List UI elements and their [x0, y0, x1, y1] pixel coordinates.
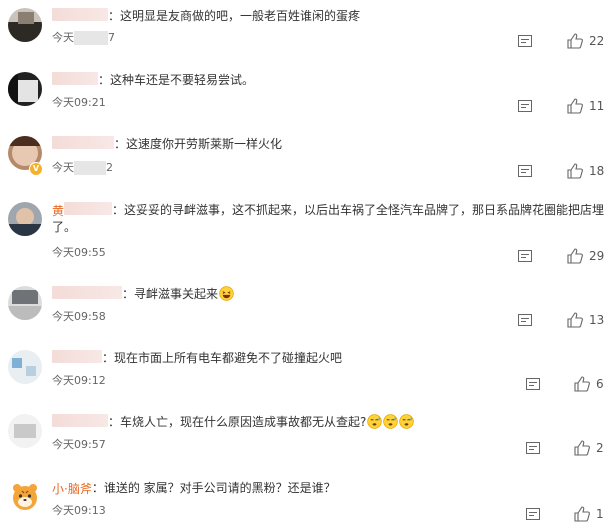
avatar[interactable] — [8, 202, 42, 236]
comment-icon[interactable] — [526, 378, 540, 390]
comment-item: 小·脑斧：谁送的 家属？对手公司请的黑粉？还是谁？ 今天09:13 1 — [0, 474, 613, 528]
thumbs-up-icon — [574, 440, 590, 456]
username[interactable] — [52, 72, 98, 85]
avatar[interactable] — [8, 480, 42, 514]
avatar[interactable] — [8, 72, 42, 106]
thumbs-up-icon — [574, 376, 590, 392]
like-button[interactable]: 2 — [574, 440, 610, 456]
laughing-emoji — [219, 286, 234, 301]
timestamp: 今天09:57 — [52, 438, 106, 451]
like-button[interactable]: 11 — [567, 98, 611, 114]
like-button[interactable]: 29 — [567, 248, 611, 264]
like-button[interactable]: 6 — [574, 376, 610, 392]
comment-text: ：寻衅滋事关起来 — [122, 287, 219, 301]
username[interactable]: 黄 — [52, 203, 64, 218]
username[interactable] — [52, 414, 108, 427]
thumbs-up-icon — [574, 506, 590, 522]
comment-item: ：车烧人亡，现在什么原因造成事故都无从查起? 今天09:57 2 — [0, 408, 613, 468]
comment-text: ：这明显是友商做的吧，一般老百姓谁闲的蛋疼 — [108, 9, 361, 23]
comment-icon[interactable] — [518, 250, 532, 262]
comment-icon[interactable] — [518, 165, 532, 177]
like-count: 18 — [589, 164, 605, 178]
avatar[interactable] — [8, 8, 42, 42]
comment-line: ：这速度你开劳斯莱斯一样火化 — [52, 136, 282, 153]
comment-icon[interactable] — [518, 314, 532, 326]
like-count: 22 — [589, 34, 605, 48]
comment-text: ：现在市面上所有电车都避免不了碰撞起火吧 — [102, 351, 343, 365]
sweat-emoji — [367, 414, 383, 429]
sweat-emoji — [399, 414, 415, 429]
comment-item: ：这种车还是不要轻易尝试。 今天09:21 11 — [0, 66, 613, 126]
timestamp: 今天 2 — [52, 161, 113, 175]
comment-line: ：车烧人亡，现在什么原因造成事故都无从查起? — [52, 414, 415, 431]
avatar[interactable] — [8, 350, 42, 384]
comment-text: ：谁送的 家属？对手公司请的黑粉？还是谁？ — [91, 481, 336, 495]
username[interactable] — [52, 136, 114, 149]
comment-icon[interactable] — [526, 508, 540, 520]
comment-item: ：寻衅滋事关起来 今天09:58 13 — [0, 280, 613, 340]
like-count: 29 — [589, 249, 605, 263]
like-count: 2 — [596, 441, 604, 455]
comment-line: ：这种车还是不要轻易尝试。 — [52, 72, 254, 89]
comment-text-continued: 了。 — [52, 220, 77, 234]
comment-line: ：现在市面上所有电车都避免不了碰撞起火吧 — [52, 350, 342, 367]
comment-text: ：这速度你开劳斯莱斯一样火化 — [114, 137, 283, 151]
timestamp: 今天09:13 — [52, 504, 106, 517]
username[interactable] — [52, 8, 108, 21]
comment-text: ：车烧人亡，现在什么原因造成事故都无从查起? — [108, 415, 367, 429]
thumbs-up-icon — [567, 33, 583, 49]
verified-badge: V — [29, 162, 43, 176]
timestamp: 今天09:12 — [52, 374, 106, 387]
username[interactable] — [52, 286, 122, 299]
thumbs-up-icon — [567, 98, 583, 114]
comment-text: ：这种车还是不要轻易尝试。 — [98, 73, 255, 87]
thumbs-up-icon — [567, 163, 583, 179]
timestamp: 今天09:58 — [52, 310, 106, 323]
like-button[interactable]: 18 — [567, 163, 611, 179]
comment-text: ：这妥妥的寻衅滋事，这不抓起来，以后出车祸了全怪汽车品牌了，那日系品牌花圈能把店… — [112, 203, 605, 217]
comment-line: 小·脑斧：谁送的 家属？对手公司请的黑粉？还是谁？ — [52, 480, 336, 497]
comment-item: 黄 ：这妥妥的寻衅滋事，这不抓起来，以后出车祸了全怪汽车品牌了，那日系品牌花圈能把… — [0, 196, 613, 274]
like-count: 13 — [589, 313, 605, 327]
like-button[interactable]: 13 — [567, 312, 611, 328]
like-count: 6 — [596, 377, 604, 391]
comment-item: V ：这速度你开劳斯莱斯一样火化 今天 2 18 — [0, 130, 613, 190]
comment-icon[interactable] — [518, 35, 532, 47]
like-count: 11 — [589, 99, 605, 113]
comment-line: ：这明显是友商做的吧，一般老百姓谁闲的蛋疼 — [52, 8, 360, 25]
comment-item: ：现在市面上所有电车都避免不了碰撞起火吧 今天09:12 6 — [0, 344, 613, 404]
like-button[interactable]: 22 — [567, 33, 611, 49]
username[interactable]: 小·脑斧 — [52, 481, 92, 496]
comment-line: 黄 ：这妥妥的寻衅滋事，这不抓起来，以后出车祸了全怪汽车品牌了，那日系品牌花圈能把… — [52, 202, 604, 219]
sweat-emoji — [383, 414, 399, 429]
like-button[interactable]: 1 — [574, 506, 610, 522]
comment-icon[interactable] — [518, 100, 532, 112]
like-count: 1 — [596, 507, 604, 521]
timestamp: 今天09:21 — [52, 96, 106, 109]
thumbs-up-icon — [567, 248, 583, 264]
thumbs-up-icon — [567, 312, 583, 328]
comment-icon[interactable] — [526, 442, 540, 454]
tiger-avatar-icon — [13, 484, 37, 510]
avatar[interactable] — [8, 414, 42, 448]
comment-line: ：寻衅滋事关起来 — [52, 286, 234, 303]
username[interactable] — [52, 350, 102, 363]
timestamp: 今天09:55 — [52, 246, 106, 259]
comment-item: ：这明显是友商做的吧，一般老百姓谁闲的蛋疼 今天 7 22 — [0, 0, 613, 60]
avatar[interactable] — [8, 286, 42, 320]
timestamp: 今天 7 — [52, 31, 115, 45]
